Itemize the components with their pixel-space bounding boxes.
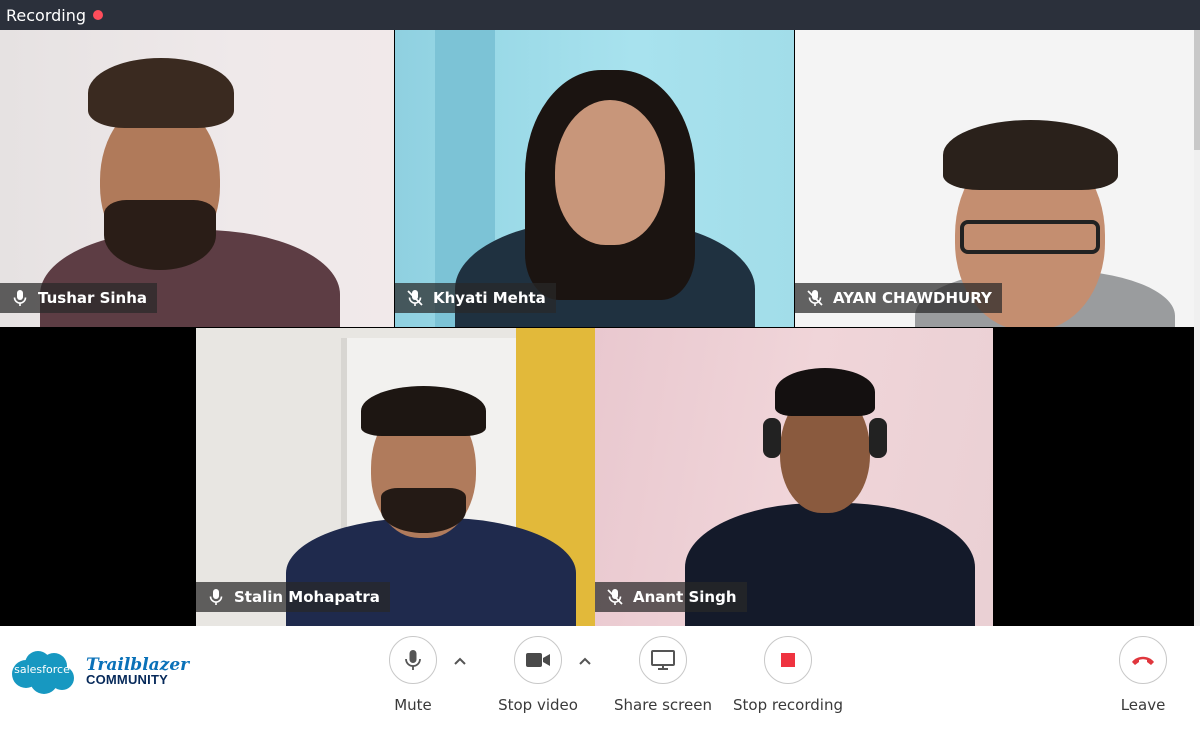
scrollbar-thumb[interactable]: [1194, 30, 1200, 150]
participant-tile[interactable]: Tushar Sinha: [0, 30, 394, 327]
microphone-muted-icon: [805, 288, 825, 308]
participant-name: AYAN CHAWDHURY: [833, 289, 992, 307]
share-screen-label: Share screen: [614, 696, 712, 714]
recording-bar: Recording: [0, 0, 1200, 30]
participant-tile[interactable]: AYAN CHAWDHURY: [795, 30, 1194, 327]
stop-video-control: Stop video: [488, 636, 588, 714]
stop-recording-button[interactable]: [764, 636, 812, 684]
share-screen-control: Share screen: [613, 636, 713, 714]
participant-name-tag: Anant Singh: [595, 582, 747, 612]
call-toolbar: [0, 626, 1200, 733]
microphone-icon: [206, 587, 226, 607]
microphone-icon: [10, 288, 30, 308]
participant-name: Tushar Sinha: [38, 289, 148, 307]
hang-up-phone-icon: [1132, 656, 1154, 665]
share-screen-button[interactable]: [639, 636, 687, 684]
video-grid: Tushar Sinha Khyati Mehta AYAN CHAWDHURY…: [0, 30, 1194, 626]
microphone-muted-icon: [605, 587, 625, 607]
participant-name: Stalin Mohapatra: [234, 588, 380, 606]
participant-name-tag: Tushar Sinha: [0, 283, 158, 313]
audio-options-chevron-up-icon[interactable]: [450, 651, 470, 671]
participant-tile[interactable]: Stalin Mohapatra: [196, 328, 595, 626]
stop-video-label: Stop video: [498, 696, 578, 714]
leave-button[interactable]: [1119, 636, 1167, 684]
recording-label: Recording: [6, 5, 87, 25]
salesforce-wordmark: salesforce: [14, 663, 70, 676]
recording-indicator-icon: [93, 10, 104, 20]
microphone-muted-icon: [405, 288, 425, 308]
mute-control: Mute: [373, 636, 453, 714]
video-options-chevron-up-icon[interactable]: [575, 651, 595, 671]
participant-name: Khyati Mehta: [433, 289, 546, 307]
stop-recording-label: Stop recording: [733, 696, 843, 714]
participant-name: Anant Singh: [633, 588, 737, 606]
participant-name-tag: Khyati Mehta: [395, 283, 556, 313]
stop-video-button[interactable]: [514, 636, 562, 684]
mute-button[interactable]: [389, 636, 437, 684]
participant-name-tag: AYAN CHAWDHURY: [795, 283, 1002, 313]
participant-name-tag: Stalin Mohapatra: [196, 582, 390, 612]
mute-label: Mute: [394, 696, 432, 714]
microphone-icon: [405, 650, 421, 670]
participant-tile[interactable]: Khyati Mehta: [395, 30, 794, 327]
leave-control: Leave: [1103, 636, 1183, 714]
salesforce-logo: salesforce: [8, 648, 76, 696]
community-wordmark: COMMUNITY: [86, 672, 168, 687]
monitor-icon: [651, 650, 675, 670]
vertical-scrollbar[interactable]: [1194, 30, 1200, 626]
stop-square-icon: [781, 653, 795, 667]
video-camera-icon: [526, 653, 550, 667]
stop-recording-control: Stop recording: [733, 636, 843, 714]
participant-tile[interactable]: Anant Singh: [595, 328, 993, 626]
leave-label: Leave: [1120, 696, 1166, 714]
